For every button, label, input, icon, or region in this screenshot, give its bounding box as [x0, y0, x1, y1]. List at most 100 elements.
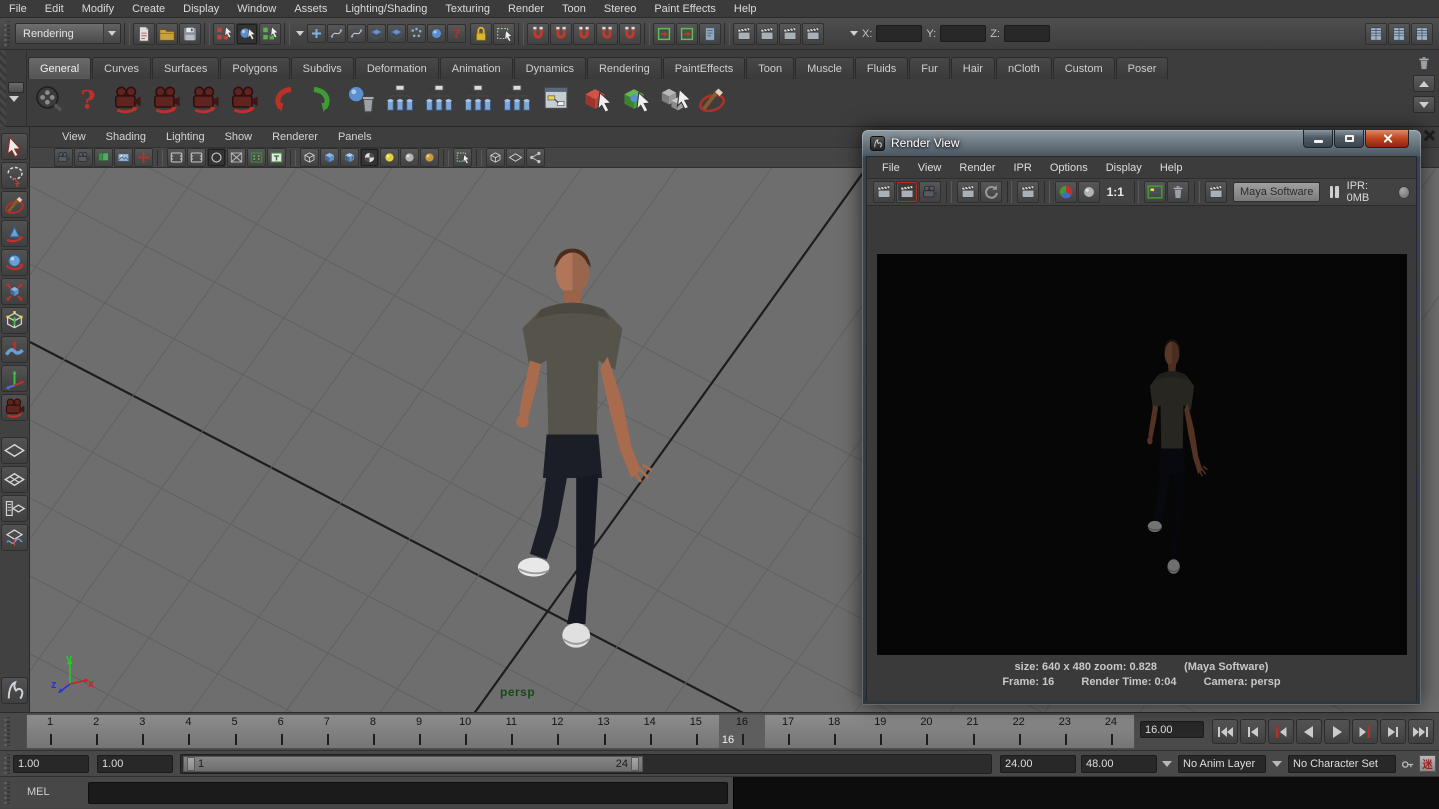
- paint-effects-tool-shelf-icon[interactable]: [693, 80, 730, 117]
- redo-view-change-shelf-icon[interactable]: [303, 80, 340, 117]
- playblast-shelf-icon[interactable]: [30, 80, 67, 117]
- hypergraph-shelf-icon[interactable]: [537, 80, 574, 117]
- select-miscellaneous-icon[interactable]: [447, 24, 466, 43]
- poser-shelf-tab[interactable]: Poser: [1116, 57, 1169, 79]
- tumble-camera-shelf-icon[interactable]: [108, 80, 145, 117]
- safe-action-icon[interactable]: [247, 148, 266, 167]
- field-mode-dropdown-icon[interactable]: [850, 31, 858, 36]
- toon-shelf-tab[interactable]: Toon: [746, 57, 794, 79]
- shelf-scroll-down-icon[interactable]: [1413, 96, 1435, 113]
- real-size-button[interactable]: 1:1: [1102, 185, 1129, 199]
- y-field[interactable]: [940, 25, 986, 42]
- isolate-select-icon[interactable]: [486, 148, 505, 167]
- command-language-label[interactable]: MEL: [27, 786, 50, 798]
- mel-command-input[interactable]: [88, 782, 728, 804]
- fur-shelf-tab[interactable]: Fur: [909, 57, 950, 79]
- new-scene-icon[interactable]: [133, 23, 155, 45]
- playback-range-bar[interactable]: 1 24: [183, 756, 643, 772]
- custom-shelf-tab[interactable]: Custom: [1053, 57, 1115, 79]
- move-tool[interactable]: [1, 220, 28, 247]
- range-end-handle[interactable]: [631, 757, 639, 771]
- shelf-scroll-up-icon[interactable]: [1413, 75, 1435, 92]
- snap-to-points-icon[interactable]: [573, 23, 595, 45]
- 21-frame-tick[interactable]: 2121: [950, 715, 996, 748]
- range-grip[interactable]: [4, 754, 11, 774]
- safe-title-icon[interactable]: [267, 148, 286, 167]
- play-forwards-button[interactable]: [1324, 719, 1350, 744]
- gate-mask-icon[interactable]: [207, 148, 226, 167]
- renderer-panel-menu[interactable]: Renderer: [262, 131, 328, 143]
- zoom-camera-shelf-icon[interactable]: [225, 80, 262, 117]
- select-by-object-icon[interactable]: [236, 23, 258, 45]
- last-tool-camera[interactable]: [1, 394, 28, 421]
- no-lighting-icon[interactable]: [420, 148, 439, 167]
- parent-shelf-icon[interactable]: [459, 80, 496, 117]
- select-camera-icon[interactable]: [54, 148, 73, 167]
- curves-shelf-tab[interactable]: Curves: [92, 57, 151, 79]
- render-menu[interactable]: Render: [499, 0, 553, 18]
- render-settings-icon[interactable]: [802, 23, 824, 45]
- persp-outliner-layout-button[interactable]: [1, 495, 28, 522]
- shelf-collapse-button[interactable]: [8, 82, 24, 93]
- playback-start-field[interactable]: 1.00: [97, 755, 173, 773]
- snapshot-icon[interactable]: [919, 181, 941, 203]
- modify-menu[interactable]: Modify: [73, 0, 123, 18]
- delete-unused-nodes-shelf-icon[interactable]: [342, 80, 379, 117]
- flat-lighting-icon[interactable]: [400, 148, 419, 167]
- go-to-playback-end-button[interactable]: [1408, 719, 1434, 744]
- toon-menu[interactable]: Toon: [553, 0, 595, 18]
- track-camera-shelf-icon[interactable]: [147, 80, 184, 117]
- renderer-selector[interactable]: Maya Software: [1233, 182, 1320, 202]
- subdivs-shelf-tab[interactable]: Subdivs: [291, 57, 354, 79]
- ipr-render-icon[interactable]: [779, 23, 801, 45]
- animation-start-field[interactable]: 1.00: [13, 755, 89, 773]
- universal-manipulator-tool[interactable]: [1, 307, 28, 334]
- render-render-view-menu[interactable]: Render: [950, 162, 1004, 174]
- animation-end-field[interactable]: 48.00: [1081, 755, 1157, 773]
- open-scene-icon[interactable]: [156, 23, 178, 45]
- file-menu[interactable]: File: [0, 0, 36, 18]
- lock-selection-icon[interactable]: [470, 23, 492, 45]
- auto-keyframe-icon[interactable]: [1400, 757, 1415, 772]
- select-dynamics-icon[interactable]: [407, 24, 426, 43]
- 14-frame-tick[interactable]: 1414: [627, 715, 673, 748]
- wireframe-icon[interactable]: [300, 148, 319, 167]
- lasso-select-tool[interactable]: [1, 162, 28, 189]
- 22-frame-tick[interactable]: 2222: [996, 715, 1042, 748]
- 6-frame-tick[interactable]: 66: [258, 715, 304, 748]
- help-shelf-icon[interactable]: [69, 80, 106, 117]
- 3-frame-tick[interactable]: 33: [119, 715, 165, 748]
- go-to-playback-start-button[interactable]: [1212, 719, 1238, 744]
- render-current-frame-icon[interactable]: [756, 23, 778, 45]
- view-render-view-menu[interactable]: View: [909, 162, 951, 174]
- show-panel-menu[interactable]: Show: [215, 131, 263, 143]
- step-back-one-frame-button[interactable]: [1240, 719, 1266, 744]
- x-field[interactable]: [876, 25, 922, 42]
- select-templates-icon[interactable]: [307, 24, 326, 43]
- painteffects-shelf-tab[interactable]: PaintEffects: [663, 57, 746, 79]
- surfaces-shelf-tab[interactable]: Surfaces: [152, 57, 219, 79]
- muscle-shelf-tab[interactable]: Muscle: [795, 57, 854, 79]
- maximize-button[interactable]: [1334, 130, 1364, 148]
- resolution-gate-icon[interactable]: [187, 148, 206, 167]
- show-manipulator-tool[interactable]: [1, 365, 28, 392]
- help-menu[interactable]: Help: [725, 0, 766, 18]
- 15-frame-tick[interactable]: 1515: [673, 715, 719, 748]
- rendered-image[interactable]: [877, 254, 1407, 655]
- keep-image-icon[interactable]: [1144, 181, 1166, 203]
- anim-layer-field[interactable]: No Anim Layer: [1178, 755, 1266, 773]
- pane-layouts-icon[interactable]: [506, 148, 525, 167]
- use-all-lights-icon[interactable]: [360, 148, 379, 167]
- 20-frame-tick[interactable]: 2020: [903, 715, 949, 748]
- playback-end-field[interactable]: 24.00: [1000, 755, 1076, 773]
- lighting-shading-menu[interactable]: Lighting/Shading: [336, 0, 436, 18]
- assets-menu[interactable]: Assets: [285, 0, 336, 18]
- save-scene-icon[interactable]: [179, 23, 201, 45]
- texturing-menu[interactable]: Texturing: [436, 0, 499, 18]
- menu-set-dropdown-icon[interactable]: [103, 24, 120, 43]
- command-line-grip[interactable]: [4, 782, 11, 804]
- group-shelf-icon[interactable]: [381, 80, 418, 117]
- render-view-titlebar[interactable]: Render View: [866, 130, 1417, 156]
- refresh-ipr-image-icon[interactable]: [980, 181, 1002, 203]
- attribute-editor-icon[interactable]: [1411, 23, 1433, 45]
